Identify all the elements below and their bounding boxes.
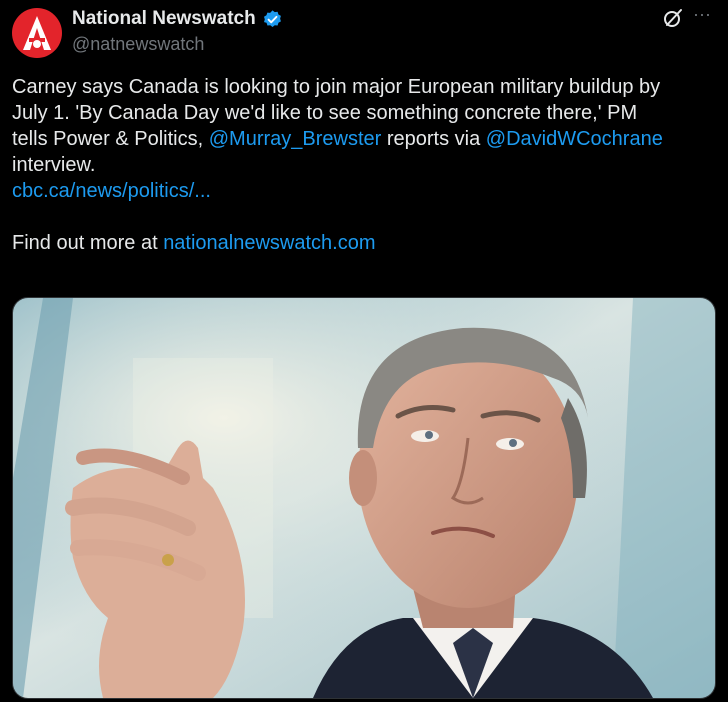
author-handle[interactable]: @natnewswatch (72, 34, 204, 55)
cbc-article-link[interactable]: cbc.ca/news/politics/... (12, 178, 712, 204)
verified-badge-icon[interactable] (262, 9, 283, 30)
tweet-media-image[interactable] (12, 297, 716, 699)
find-out-more-prefix: Find out more at (12, 232, 164, 254)
tweet-line-1: Carney says Canada is looking to join ma… (12, 76, 661, 98)
tweet-text: Carney says Canada is looking to join ma… (12, 74, 712, 256)
find-out-more-line: Find out more at nationalnewswatch.com (12, 230, 712, 256)
grok-icon[interactable] (662, 7, 684, 29)
author-name-row: National Newswatch (72, 8, 283, 30)
tweet-line-3-prefix: tells Power & Politics, (12, 128, 209, 150)
mention-murray-brewster[interactable]: @Murray_Brewster (209, 128, 382, 150)
tweet-line-4: interview. (12, 154, 96, 176)
tweet-line-3: tells Power & Politics, @Murray_Brewster… (12, 126, 712, 152)
nationalnewswatch-link[interactable]: nationalnewswatch.com (163, 232, 375, 254)
author-display-name[interactable]: National Newswatch (72, 8, 256, 30)
portrait-photo (13, 298, 715, 698)
mention-david-cochrane[interactable]: @DavidWCochrane (486, 128, 663, 150)
avatar[interactable] (12, 8, 62, 58)
tweet-line-3-middle: reports via (381, 128, 486, 150)
tweet-line-2: July 1. 'By Canada Day we'd like to see … (12, 102, 638, 124)
more-icon[interactable]: ··· (693, 5, 711, 23)
newswatch-logo-icon (23, 16, 51, 50)
